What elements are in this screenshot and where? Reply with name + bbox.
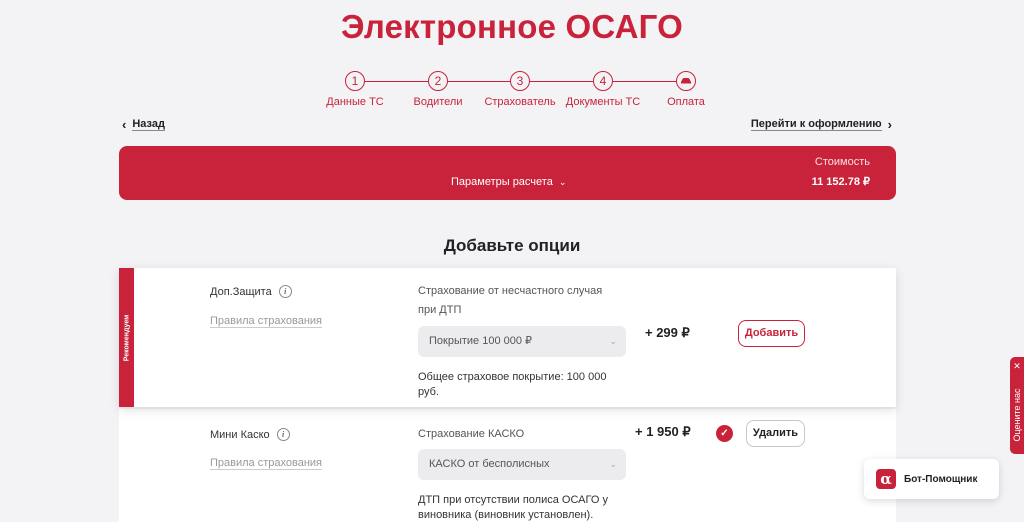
back-link[interactable]: ‹ Назад <box>122 118 165 131</box>
info-icon[interactable]: i <box>276 428 290 441</box>
option-price: + 299 ₽ <box>645 325 690 340</box>
coverage-select-value: Покрытие 100 000 ₽ <box>429 335 533 347</box>
step-payment[interactable]: Оплата <box>631 71 741 108</box>
option-description: Страхование КАСКО <box>418 425 524 444</box>
option-description-line2: при ДТП <box>418 304 462 316</box>
step-label: Оплата <box>667 96 705 108</box>
insurance-rules-link[interactable]: Правила страхования <box>210 457 323 470</box>
insurance-rules-link[interactable]: Правила страхования <box>210 315 323 328</box>
chevron-right-icon: › <box>887 117 892 132</box>
step-number: 3 <box>510 71 530 91</box>
page-title: Электронное ОСАГО <box>341 8 683 45</box>
option-description-line1: Страхование КАСКО <box>418 428 525 440</box>
option-note-line1: ДТП при отсутствии полиса ОСАГО у <box>418 494 608 506</box>
proceed-to-checkout-link[interactable]: Перейти к оформлению › <box>750 117 892 132</box>
option-note-line2: виновника (виновник установлен). <box>418 509 594 521</box>
chevron-down-icon: ⌄ <box>609 459 617 469</box>
options-section-title: Добавьте опции <box>443 236 581 255</box>
coverage-select[interactable]: Покрытие 100 000 ₽ ⌄ <box>418 326 626 357</box>
option-card-mini-kasko: Мини Каско i Правила страхования Страхов… <box>119 409 896 522</box>
car-icon <box>676 71 696 91</box>
check-icon: ✓ <box>716 425 733 442</box>
option-name: Мини Каско i <box>210 428 290 441</box>
back-label: Назад <box>132 118 165 131</box>
option-price: + 1 950 ₽ <box>635 424 691 439</box>
option-description: Страхование от несчастного случая при ДТ… <box>418 282 602 320</box>
remove-option-button[interactable]: Удалить <box>746 420 805 447</box>
calculation-summary-banner: Параметры расчета ⌄ Стоимость 11 152.78 … <box>119 146 896 200</box>
recommended-badge-label: Рекомендуем <box>123 314 130 361</box>
coverage-select[interactable]: КАСКО от бесполисных ⌄ <box>418 449 626 480</box>
rate-us-tab[interactable]: ✕ Оцените нас <box>1010 357 1024 454</box>
rate-us-label: Оцените нас <box>1012 388 1022 442</box>
bot-helper-label: Бот-Помощник <box>904 473 978 485</box>
option-title: Доп.Защита <box>210 285 272 298</box>
option-note: ДТП при отсутствии полиса ОСАГО у виновн… <box>418 493 628 522</box>
option-title: Мини Каско <box>210 428 270 441</box>
add-option-button[interactable]: Добавить <box>738 320 805 347</box>
option-note: Общее страховое покрытие: 100 000 руб. <box>418 370 628 400</box>
close-icon[interactable]: ✕ <box>1010 361 1024 372</box>
step-number: 4 <box>593 71 613 91</box>
chevron-down-icon: ⌄ <box>609 336 617 346</box>
step-number: 1 <box>345 71 365 91</box>
proceed-label: Перейти к оформлению <box>750 118 882 131</box>
chevron-left-icon: ‹ <box>122 117 127 132</box>
option-description-line1: Страхование от несчастного случая <box>418 285 603 297</box>
info-icon[interactable]: i <box>278 285 292 298</box>
bot-helper-button[interactable]: α Бот-Помощник <box>864 459 999 499</box>
calculation-params-toggle[interactable]: Параметры расчета ⌄ <box>451 176 566 188</box>
recommended-badge: Рекомендуем <box>119 268 134 407</box>
cost-value: 11 152.78 ₽ <box>811 176 870 188</box>
option-note-line1: Общее страховое покрытие: 100 000 <box>418 371 607 383</box>
calculation-params-label: Параметры расчета <box>451 176 553 188</box>
step-number: 2 <box>428 71 448 91</box>
cost-label: Стоимость <box>814 156 870 168</box>
option-card-extra-protection: Рекомендуем Доп.Защита i Правила страхов… <box>119 268 896 407</box>
alfa-logo-icon: α <box>876 469 896 489</box>
option-name: Доп.Защита i <box>210 285 292 298</box>
coverage-select-value: КАСКО от бесполисных <box>429 458 550 470</box>
option-note-line2: руб. <box>418 386 439 398</box>
chevron-down-icon: ⌄ <box>558 176 567 187</box>
